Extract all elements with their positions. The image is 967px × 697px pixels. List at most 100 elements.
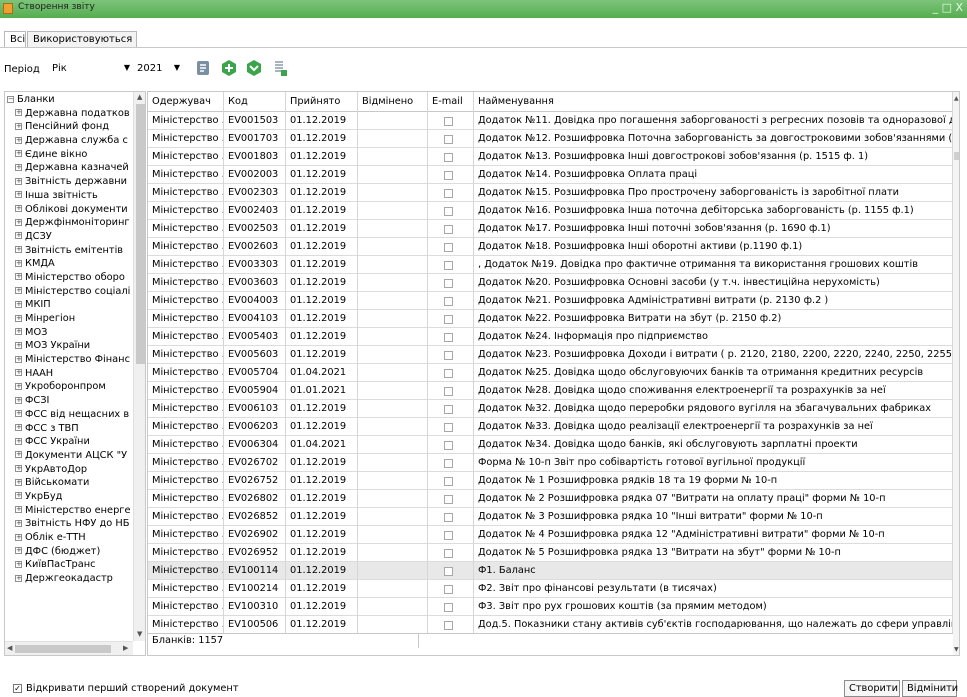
table-row[interactable]: Міністерство ... EV004003 01.12.2019 Додато… (148, 292, 953, 310)
tree-item[interactable]: + МОЗ України (5, 339, 133, 353)
column-header-accepted[interactable]: Прийнято (286, 92, 358, 112)
expand-icon[interactable]: + (15, 191, 22, 199)
tree-item[interactable]: + Інша звітність (5, 189, 133, 203)
expand-icon[interactable]: + (15, 341, 22, 349)
scroll-up-icon[interactable]: ▲ (137, 93, 142, 101)
tree-item[interactable]: + ДФС (бюджет) (5, 545, 133, 559)
email-checkbox[interactable] (444, 477, 453, 486)
expand-icon[interactable]: + (15, 355, 22, 363)
email-checkbox[interactable] (444, 333, 453, 342)
email-checkbox[interactable] (444, 531, 453, 540)
expand-icon[interactable]: + (15, 205, 22, 212)
tree-hscroll-thumb[interactable] (15, 645, 111, 653)
tree-item[interactable]: + ФСС від нещасних в (5, 408, 133, 422)
table-row[interactable]: Міністерство ... EV100214 01.12.2019 Ф2. Зв… (148, 580, 953, 598)
scroll-right-icon[interactable]: ▶ (123, 644, 128, 652)
column-header-recipient[interactable]: Одержувач (148, 92, 224, 112)
tree-item[interactable]: + МКІП (5, 298, 133, 312)
expand-icon[interactable]: + (15, 396, 22, 404)
expand-icon[interactable]: + (15, 246, 22, 254)
tree-item[interactable]: + Міністерство оборо (5, 271, 133, 285)
table-row[interactable]: Міністерство ... EV004103 01.12.2019 Додато… (148, 310, 953, 328)
table-row[interactable]: Міністерство ... EV002003 01.12.2019 Додато… (148, 166, 953, 184)
tree-item[interactable]: + Державна казначей (5, 161, 133, 175)
table-row[interactable]: Міністерство ... EV026702 01.12.2019 Форма … (148, 454, 953, 472)
tab-used[interactable]: Використовуються (27, 31, 137, 48)
refresh-icon[interactable] (194, 59, 212, 77)
table-row[interactable]: Міністерство ... EV003303 01.12.2019 , Дода… (148, 256, 953, 274)
scroll-left-icon[interactable]: ◀ (7, 644, 12, 652)
email-checkbox[interactable] (444, 153, 453, 162)
email-checkbox[interactable] (444, 279, 453, 288)
email-checkbox[interactable] (444, 369, 453, 378)
email-checkbox[interactable] (444, 189, 453, 198)
tree-item[interactable]: + Облікові документи (5, 203, 133, 217)
column-header-email[interactable]: E-mail (428, 92, 474, 112)
tree-item[interactable]: + Мінрегіон (5, 312, 133, 326)
table-row[interactable]: Міністерство ... EV026902 01.12.2019 Додато… (148, 526, 953, 544)
expand-icon[interactable]: + (15, 437, 22, 445)
tree-item[interactable]: + УкрБуд (5, 490, 133, 504)
email-checkbox[interactable] (444, 387, 453, 396)
expand-icon[interactable]: + (15, 465, 22, 473)
table-row[interactable]: Міністерство ... EV002503 01.12.2019 Додато… (148, 220, 953, 238)
table-row[interactable]: Міністерство ... EV005704 01.04.2021 Додато… (148, 364, 953, 382)
tree-item[interactable]: + Укроборонпром (5, 380, 133, 394)
tree-item[interactable]: + Єдине вікно (5, 148, 133, 162)
email-checkbox[interactable] (444, 495, 453, 504)
expand-icon[interactable]: + (15, 369, 22, 377)
checkbox-checked-icon[interactable]: ✓ (13, 683, 22, 693)
email-checkbox[interactable] (444, 171, 453, 180)
email-checkbox[interactable] (444, 513, 453, 522)
table-row[interactable]: Міністерство ... EV026752 01.12.2019 Додато… (148, 472, 953, 490)
table-row[interactable]: Міністерство ... EV100310 01.12.2019 Ф3. Зв… (148, 598, 953, 616)
column-header-code[interactable]: Код (224, 92, 286, 112)
tree-item[interactable]: + Пенсійний фонд (5, 120, 133, 134)
collapse-all-icon[interactable] (245, 59, 263, 77)
expand-icon[interactable]: + (15, 328, 22, 336)
scroll-down-icon[interactable]: ▼ (954, 646, 959, 653)
table-row[interactable]: Міністерство ... EV005603 01.12.2019 Додато… (148, 346, 953, 364)
tree-item[interactable]: + КиївПасТранс (5, 558, 133, 572)
export-list-icon[interactable] (271, 59, 289, 77)
email-checkbox[interactable] (444, 351, 453, 360)
expand-all-icon[interactable] (220, 59, 238, 77)
email-checkbox[interactable] (444, 459, 453, 468)
tree-item[interactable]: + Державна служба с (5, 134, 133, 148)
table-row[interactable]: Міністерство ... EV002303 01.12.2019 Додато… (148, 184, 953, 202)
email-checkbox[interactable] (444, 135, 453, 144)
expand-icon[interactable]: + (15, 533, 22, 541)
expand-icon[interactable]: + (15, 424, 22, 431)
expand-icon[interactable]: + (15, 150, 22, 158)
tree-item[interactable]: + Міністерство Фінанс (5, 353, 133, 367)
tree-item[interactable]: + Державна податков (5, 107, 133, 121)
cancel-button[interactable]: Відмінити (902, 680, 958, 697)
expand-icon[interactable]: + (15, 177, 22, 185)
table-scroll-thumb[interactable] (954, 152, 959, 160)
expand-icon[interactable]: + (15, 300, 22, 308)
period-select[interactable]: Рік ▼ (48, 61, 134, 77)
tree-horizontal-scrollbar[interactable]: ◀ ▶ (5, 641, 133, 655)
email-checkbox[interactable] (444, 315, 453, 324)
collapse-icon[interactable]: − (7, 95, 14, 103)
table-row[interactable]: Міністерство ... EV100506 01.12.2019 Дод.5.… (148, 616, 953, 634)
email-checkbox[interactable] (444, 405, 453, 414)
table-row[interactable]: Міністерство ... EV002603 01.12.2019 Додато… (148, 238, 953, 256)
column-header-cancelled[interactable]: Відмінено (358, 92, 428, 112)
tree-scroll-thumb[interactable] (136, 104, 145, 364)
tree-item[interactable]: + Держгеокадастр (5, 572, 133, 586)
email-checkbox[interactable] (444, 117, 453, 126)
tree-item[interactable]: + МОЗ (5, 326, 133, 340)
table-row[interactable]: Міністерство ... EV003603 01.12.2019 Додато… (148, 274, 953, 292)
expand-icon[interactable]: + (15, 109, 22, 117)
table-row[interactable]: Міністерство ... EV026802 01.12.2019 Додато… (148, 490, 953, 508)
tree-item[interactable]: + Звітність емітентів (5, 244, 133, 258)
table-row[interactable]: Міністерство ... EV026852 01.12.2019 Додато… (148, 508, 953, 526)
expand-icon[interactable]: + (15, 122, 22, 130)
email-checkbox[interactable] (444, 621, 453, 630)
scroll-up-icon[interactable]: ▲ (954, 95, 959, 102)
email-checkbox[interactable] (444, 207, 453, 216)
email-checkbox[interactable] (444, 243, 453, 252)
table-row[interactable]: Міністерство ... EV026952 01.12.2019 Додато… (148, 544, 953, 562)
expand-icon[interactable]: + (15, 259, 22, 267)
